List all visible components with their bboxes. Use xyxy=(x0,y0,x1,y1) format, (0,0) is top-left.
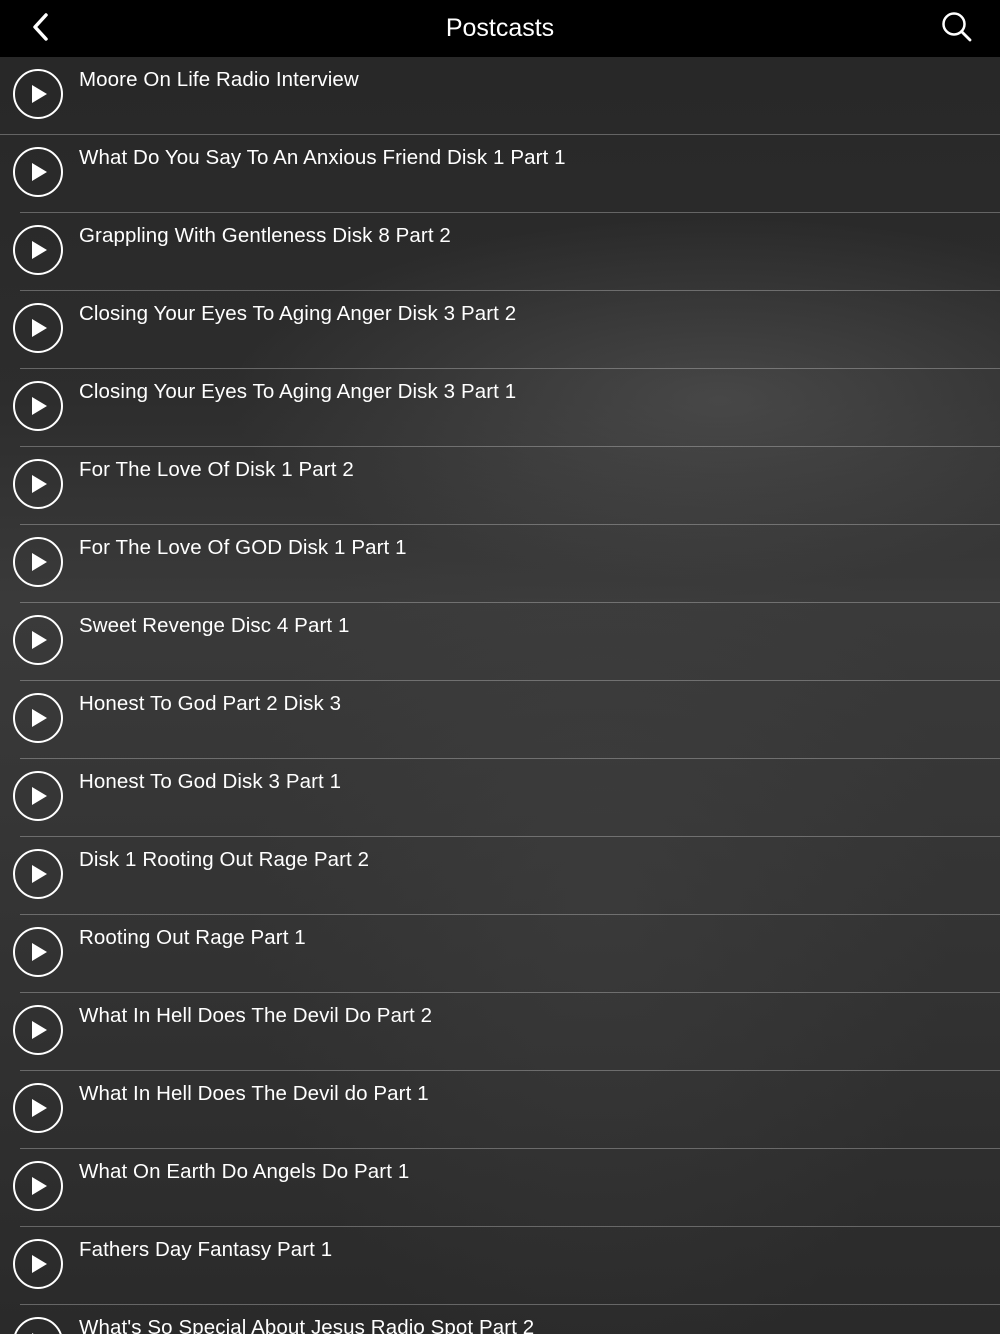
podcast-title: Grappling With Gentleness Disk 8 Part 2 xyxy=(79,224,451,247)
play-icon xyxy=(28,317,48,339)
podcast-list-item[interactable]: What In Hell Does The Devil Do Part 2 xyxy=(13,993,1000,1071)
play-icon xyxy=(28,941,48,963)
play-button[interactable] xyxy=(13,1161,63,1211)
page-title: Postcasts xyxy=(445,14,555,42)
play-button[interactable] xyxy=(13,381,63,431)
podcast-list: Moore On Life Radio Interview What Do You… xyxy=(0,57,1000,1334)
play-icon xyxy=(28,395,48,417)
podcast-title: Moore On Life Radio Interview xyxy=(79,68,359,91)
play-icon xyxy=(28,863,48,885)
podcast-list-item[interactable]: What In Hell Does The Devil do Part 1 xyxy=(13,1071,1000,1149)
play-button[interactable] xyxy=(13,1317,63,1334)
play-button[interactable] xyxy=(13,771,63,821)
play-button[interactable] xyxy=(13,225,63,275)
podcast-list-item[interactable]: Grappling With Gentleness Disk 8 Part 2 xyxy=(13,213,1000,291)
play-icon xyxy=(28,707,48,729)
play-icon xyxy=(28,551,48,573)
podcast-title: Closing Your Eyes To Aging Anger Disk 3 … xyxy=(79,302,517,325)
play-icon xyxy=(28,473,48,495)
navigation-bar: Postcasts xyxy=(0,0,1000,57)
play-icon xyxy=(28,1253,48,1275)
play-icon xyxy=(28,1019,48,1041)
play-button[interactable] xyxy=(13,147,63,197)
play-icon xyxy=(28,1175,48,1197)
podcast-title: For The Love Of GOD Disk 1 Part 1 xyxy=(79,536,407,559)
play-icon xyxy=(28,83,48,105)
podcast-list-item[interactable]: Fathers Day Fantasy Part 1 xyxy=(13,1227,1000,1305)
play-icon xyxy=(28,629,48,651)
podcast-title: What In Hell Does The Devil Do Part 2 xyxy=(79,1004,433,1027)
play-icon xyxy=(28,161,48,183)
podcast-title: What's So Special About Jesus Radio Spot… xyxy=(79,1316,535,1334)
podcast-list-item[interactable]: Moore On Life Radio Interview xyxy=(0,57,1000,135)
podcasts-screen: Postcasts Moore On Life Radio Interview W… xyxy=(0,0,1000,1334)
podcast-title: What In Hell Does The Devil do Part 1 xyxy=(79,1082,429,1105)
play-icon xyxy=(28,1097,48,1119)
podcast-title: For The Love Of Disk 1 Part 2 xyxy=(79,458,354,481)
podcast-title: Fathers Day Fantasy Part 1 xyxy=(79,1238,333,1261)
podcast-list-item[interactable]: What Do You Say To An Anxious Friend Dis… xyxy=(13,135,1000,213)
play-icon xyxy=(28,239,48,261)
play-button[interactable] xyxy=(13,1005,63,1055)
podcast-list-item[interactable]: For The Love Of GOD Disk 1 Part 1 xyxy=(13,525,1000,603)
play-button[interactable] xyxy=(13,1083,63,1133)
play-button[interactable] xyxy=(13,693,63,743)
podcast-title: Honest To God Part 2 Disk 3 xyxy=(79,692,342,715)
play-button[interactable] xyxy=(13,303,63,353)
podcast-list-item[interactable]: What's So Special About Jesus Radio Spot… xyxy=(13,1305,1000,1334)
podcast-list-item[interactable]: Sweet Revenge Disc 4 Part 1 xyxy=(13,603,1000,681)
podcast-title: Honest To God Disk 3 Part 1 xyxy=(79,770,342,793)
podcast-title: Disk 1 Rooting Out Rage Part 2 xyxy=(79,848,370,871)
podcast-list-item[interactable]: What On Earth Do Angels Do Part 1 xyxy=(13,1149,1000,1227)
podcast-list-item[interactable]: Honest To God Part 2 Disk 3 xyxy=(13,681,1000,759)
podcast-title: Closing Your Eyes To Aging Anger Disk 3 … xyxy=(79,380,517,403)
podcast-list-item[interactable]: Rooting Out Rage Part 1 xyxy=(13,915,1000,993)
play-button[interactable] xyxy=(13,537,63,587)
play-button[interactable] xyxy=(13,849,63,899)
play-icon xyxy=(28,785,48,807)
search-icon xyxy=(941,11,973,48)
play-button[interactable] xyxy=(13,69,63,119)
podcast-title: What On Earth Do Angels Do Part 1 xyxy=(79,1160,410,1183)
search-button[interactable] xyxy=(936,8,978,50)
podcast-list-item[interactable]: Closing Your Eyes To Aging Anger Disk 3 … xyxy=(13,291,1000,369)
podcast-title: Sweet Revenge Disc 4 Part 1 xyxy=(79,614,350,637)
podcast-list-item[interactable]: Honest To God Disk 3 Part 1 xyxy=(13,759,1000,837)
podcast-list-item[interactable]: Disk 1 Rooting Out Rage Part 2 xyxy=(13,837,1000,915)
play-button[interactable] xyxy=(13,459,63,509)
play-button[interactable] xyxy=(13,1239,63,1289)
podcast-title: Rooting Out Rage Part 1 xyxy=(79,926,306,949)
play-button[interactable] xyxy=(13,615,63,665)
podcast-list-item[interactable]: For The Love Of Disk 1 Part 2 xyxy=(13,447,1000,525)
podcast-list-item[interactable]: Closing Your Eyes To Aging Anger Disk 3 … xyxy=(13,369,1000,447)
play-button[interactable] xyxy=(13,927,63,977)
podcast-title: What Do You Say To An Anxious Friend Dis… xyxy=(79,146,566,169)
